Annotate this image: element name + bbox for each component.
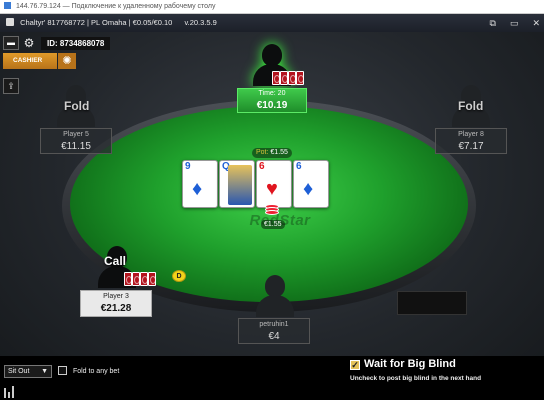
fold-any-option[interactable]: Fold to any bet	[58, 366, 119, 375]
remote-desktop-title-bar: 144.76.79.124 — Подключение к удаленному…	[0, 0, 544, 14]
player3-nameplate[interactable]: Player 3 €21.28	[80, 290, 152, 317]
stats-icon[interactable]	[4, 386, 18, 398]
hero-stack: €4	[268, 331, 280, 342]
seat-top-nameplate[interactable]: Time: 20 €10.19	[237, 88, 307, 113]
restore-window-icon[interactable]: ⧉	[490, 14, 496, 32]
player3-status: Call	[104, 254, 127, 268]
sitout-label: Sit Out	[8, 368, 30, 375]
rocket-icon[interactable]: ⇪	[3, 78, 19, 94]
player5-status: Fold	[64, 99, 90, 113]
remote-desktop-title: 144.76.79.124 — Подключение к удаленному…	[15, 3, 216, 10]
bet-amount: €1.55	[261, 220, 285, 229]
fold-any-label: Fold to any bet	[72, 368, 120, 375]
wait-big-blind-label[interactable]: Wait for Big Blind	[364, 358, 456, 370]
cashier-button[interactable]: CASHIER	[3, 53, 57, 69]
player8-stack: €7.17	[458, 141, 484, 152]
cashier-settings-icon[interactable]: ✺	[58, 53, 76, 69]
board-card: 6 ♥	[256, 160, 292, 208]
player5-name: Player 5	[63, 131, 89, 138]
hero-avatar	[256, 275, 294, 317]
board-card: 6 ♦	[293, 160, 329, 208]
lobby-button[interactable]: ▬	[3, 36, 19, 50]
player3-card	[140, 272, 148, 286]
seat-top-card	[272, 71, 280, 85]
chevron-down-icon: ▼	[41, 368, 48, 375]
pot-label-text: Pot:	[256, 149, 269, 156]
table-title: Chaltyr' 817768772 | PL Omaha | €0.05/€0…	[20, 18, 173, 27]
player8-status: Fold	[458, 99, 484, 113]
table-toolbar: ▬ ⚙ ID: 8734868078	[3, 36, 111, 50]
window-controls: ⧉ ▭ ✕	[490, 14, 541, 32]
maximize-window-icon[interactable]: ▭	[510, 14, 519, 32]
seat-top-timer: Time: 20	[258, 90, 286, 97]
pot-amount: €1.55	[270, 149, 288, 156]
wait-big-blind-checkbox[interactable]: ✓	[350, 360, 360, 370]
player8-nameplate[interactable]: Player 8 €7.17	[435, 128, 507, 154]
board-card: Q	[219, 160, 255, 208]
board-card: 9 ♦	[182, 160, 218, 208]
queen-face-image	[228, 165, 252, 205]
remote-desktop-icon	[4, 2, 11, 9]
wait-big-blind-hint: Uncheck to post big blind in the next ha…	[350, 375, 482, 382]
close-window-icon[interactable]: ✕	[532, 14, 540, 32]
player3-card	[132, 272, 140, 286]
player3-stack: €21.28	[100, 303, 132, 314]
app-version: v.20.3.5.9	[184, 18, 217, 27]
sitout-select[interactable]: Sit Out ▼	[4, 365, 52, 378]
empty-seat[interactable]	[397, 291, 467, 315]
seat-top-card	[288, 71, 296, 85]
player-id-label: ID: 8734868078	[41, 36, 111, 50]
poker-client-window: 144.76.79.124 — Подключение к удаленному…	[0, 0, 544, 400]
hero-nameplate[interactable]: petruhin1 €4	[238, 318, 310, 344]
seat-top-card	[296, 71, 304, 85]
fold-any-checkbox[interactable]	[58, 366, 67, 375]
app-title-bar: Chaltyr' 817768772 | PL Omaha | €0.05/€0…	[0, 14, 544, 32]
player3-card	[148, 272, 156, 286]
bet-chips-icon	[265, 204, 279, 216]
pot-label: Pot: €1.55	[252, 148, 292, 158]
player8-name: Player 8	[458, 131, 484, 138]
player5-nameplate[interactable]: Player 5 €11.15	[40, 128, 112, 154]
app-logo-icon	[6, 18, 14, 26]
seat-top-card	[280, 71, 288, 85]
player5-stack: €11.15	[61, 141, 91, 152]
dealer-button: D	[172, 270, 186, 282]
player3-card	[124, 272, 132, 286]
player3-name: Player 3	[103, 293, 129, 300]
seat-top-stack: €10.19	[256, 100, 288, 111]
settings-gear-icon[interactable]: ⚙	[22, 36, 36, 50]
hero-name: petruhin1	[259, 321, 289, 328]
